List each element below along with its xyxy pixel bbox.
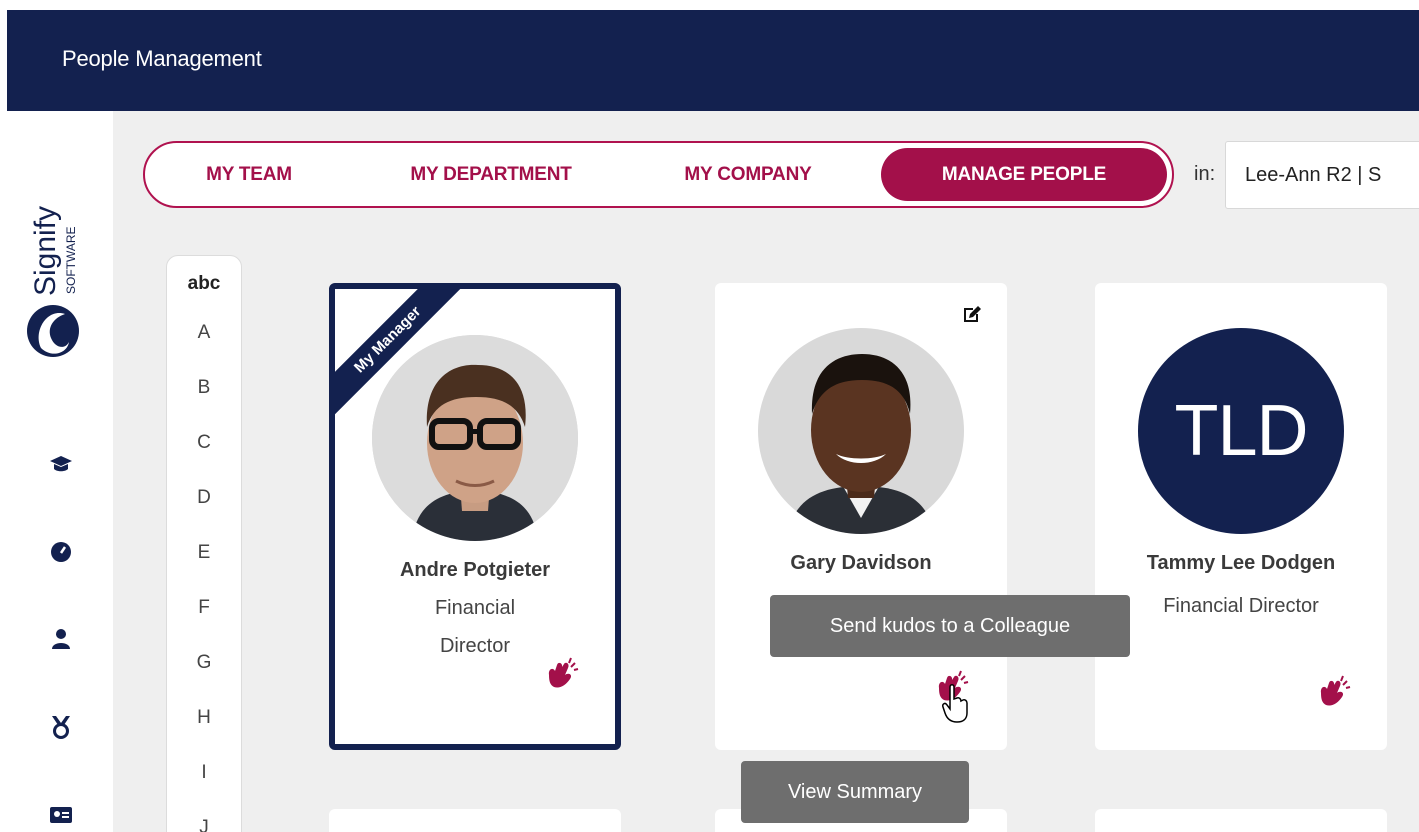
top-bar: People Management [7, 10, 1419, 111]
clapping-hands-icon[interactable] [543, 655, 579, 691]
alpha-item-all[interactable]: abc [167, 273, 241, 295]
alphabet-filter: abc A B C D E F G H I J [166, 255, 242, 832]
person-name: Gary Davidson [790, 552, 932, 574]
sidebar: Signify SOFTWARE [7, 111, 113, 832]
id-card-icon[interactable] [48, 802, 74, 828]
page-title: People Management [62, 46, 262, 71]
tab-my-team[interactable]: MY TEAM [169, 143, 329, 206]
clapping-hands-icon[interactable] [1315, 673, 1351, 709]
main-content: MY TEAM MY DEPARTMENT MY COMPANY MANAGE … [113, 111, 1419, 832]
alpha-item-c[interactable]: C [167, 432, 241, 454]
tab-my-company[interactable]: MY COMPANY [658, 143, 838, 206]
view-summary-tooltip: View Summary [741, 761, 969, 823]
in-label: in: [1194, 163, 1216, 185]
alpha-item-b[interactable]: B [167, 377, 241, 399]
person-name: Tammy Lee Dodgen [1146, 552, 1336, 574]
alpha-item-a[interactable]: A [167, 322, 241, 344]
medal-icon[interactable] [48, 714, 74, 740]
person-card[interactable] [329, 809, 621, 832]
person-card[interactable]: Gary Davidson [715, 283, 1007, 750]
person-card[interactable]: TLD Tammy Lee Dodgen Financial Director [1095, 283, 1387, 750]
graduation-cap-icon[interactable] [48, 451, 74, 477]
hand-cursor-icon [941, 683, 971, 723]
alpha-item-i[interactable]: I [167, 762, 241, 784]
kudos-tooltip: Send kudos to a Colleague [770, 595, 1130, 657]
person-name: Andre Potgieter [399, 559, 551, 581]
signify-logo: Signify SOFTWARE [25, 166, 95, 376]
logo-subtext: SOFTWARE [64, 226, 78, 294]
logo-text: Signify [29, 206, 62, 296]
initials: TLD [1174, 391, 1308, 471]
avatar-initials: TLD [1138, 328, 1344, 534]
app-frame: People Management Signify SOFTWARE MY TE… [7, 10, 1419, 832]
tab-my-department[interactable]: MY DEPARTMENT [381, 143, 601, 206]
gauge-icon[interactable] [48, 539, 74, 565]
person-card[interactable]: My Manager Andre Potgieter Financial Dir… [329, 283, 621, 750]
avatar [372, 335, 578, 541]
person-card[interactable] [1095, 809, 1387, 832]
alpha-item-j[interactable]: J [167, 817, 241, 832]
avatar [758, 328, 964, 534]
alpha-item-f[interactable]: F [167, 597, 241, 619]
view-tabs: MY TEAM MY DEPARTMENT MY COMPANY MANAGE … [143, 141, 1174, 208]
person-role-line1: Financial [434, 597, 516, 619]
alpha-item-e[interactable]: E [167, 542, 241, 564]
alpha-item-g[interactable]: G [167, 652, 241, 674]
edit-icon[interactable] [961, 303, 985, 327]
user-icon[interactable] [48, 626, 74, 652]
alpha-item-h[interactable]: H [167, 707, 241, 729]
tab-manage-people[interactable]: MANAGE PEOPLE [881, 148, 1167, 201]
location-select[interactable]: Lee-Ann R2 | S [1225, 141, 1419, 209]
person-role: Financial Director [1163, 595, 1319, 617]
alpha-item-d[interactable]: D [167, 487, 241, 509]
